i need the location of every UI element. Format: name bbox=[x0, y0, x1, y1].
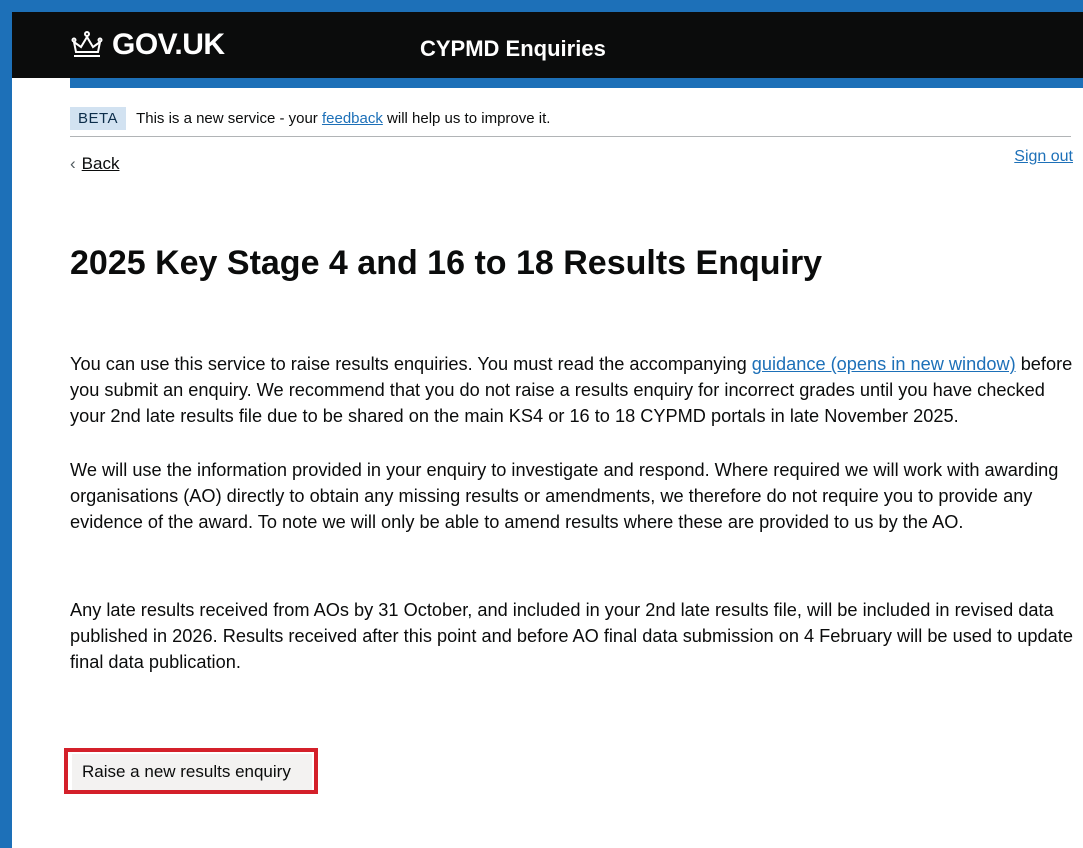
logo-text: GOV.UK bbox=[112, 28, 225, 61]
back-link[interactable]: ‹ Back bbox=[70, 154, 119, 174]
page-title: 2025 Key Stage 4 and 16 to 18 Results En… bbox=[70, 244, 823, 282]
phase-banner-text: This is a new service - your feedback wi… bbox=[136, 110, 550, 127]
feedback-link[interactable]: feedback bbox=[322, 110, 383, 127]
phase-tag: BETA bbox=[70, 106, 127, 130]
back-link-label[interactable]: Back bbox=[82, 154, 120, 174]
header-blue-stripe bbox=[70, 78, 1083, 88]
intro-paragraph: You can use this service to raise result… bbox=[70, 351, 1075, 429]
sign-out-link[interactable]: Sign out bbox=[1014, 148, 1073, 166]
crown-icon bbox=[71, 31, 103, 57]
guidance-link[interactable]: guidance (opens in new window) bbox=[752, 354, 1016, 374]
late-results-paragraph: Any late results received from AOs by 31… bbox=[70, 600, 1073, 672]
p1-text-before: You can use this service to raise result… bbox=[70, 354, 752, 374]
phase-text-after: will help us to improve it. bbox=[382, 109, 551, 127]
phase-banner: BETA This is a new service - your feedba… bbox=[70, 100, 1071, 137]
chevron-left-icon: ‹ bbox=[70, 154, 76, 173]
phase-text-before: This is a new service - your bbox=[136, 109, 322, 127]
service-name-link[interactable]: CYPMD Enquiries bbox=[420, 36, 606, 62]
govuk-logo[interactable]: GOV.UK bbox=[70, 28, 225, 62]
investigation-paragraph: We will use the information provided in … bbox=[70, 460, 1059, 532]
raise-enquiry-button[interactable]: Raise a new results enquiry bbox=[72, 754, 312, 790]
